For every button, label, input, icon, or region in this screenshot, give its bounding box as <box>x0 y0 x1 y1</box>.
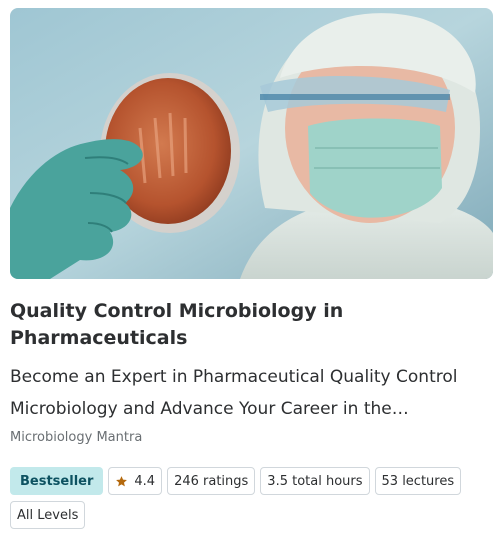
course-meta-level: All Levels <box>10 501 490 529</box>
ratings-count-pill: 246 ratings <box>167 467 256 495</box>
level-pill: All Levels <box>10 501 86 529</box>
rating-pill: 4.4 <box>108 467 163 495</box>
lectures-pill: 53 lectures <box>374 467 462 495</box>
star-icon <box>116 475 128 486</box>
course-headline: Become an Expert in Pharmaceutical Quali… <box>10 367 458 419</box>
course-title[interactable]: Quality Control Microbiology in Pharmace… <box>10 298 480 352</box>
rating-value: 4.4 <box>134 473 156 489</box>
course-card[interactable]: Quality Control Microbiology in Pharmace… <box>0 0 500 535</box>
course-meta: Bestseller 4.4 246 ratings 3.5 total hou… <box>10 467 490 495</box>
course-thumbnail[interactable] <box>10 8 493 279</box>
total-hours-pill: 3.5 total hours <box>260 467 370 495</box>
bestseller-badge: Bestseller <box>10 467 104 495</box>
instructor-name: Microbiology Mantra <box>10 430 143 445</box>
